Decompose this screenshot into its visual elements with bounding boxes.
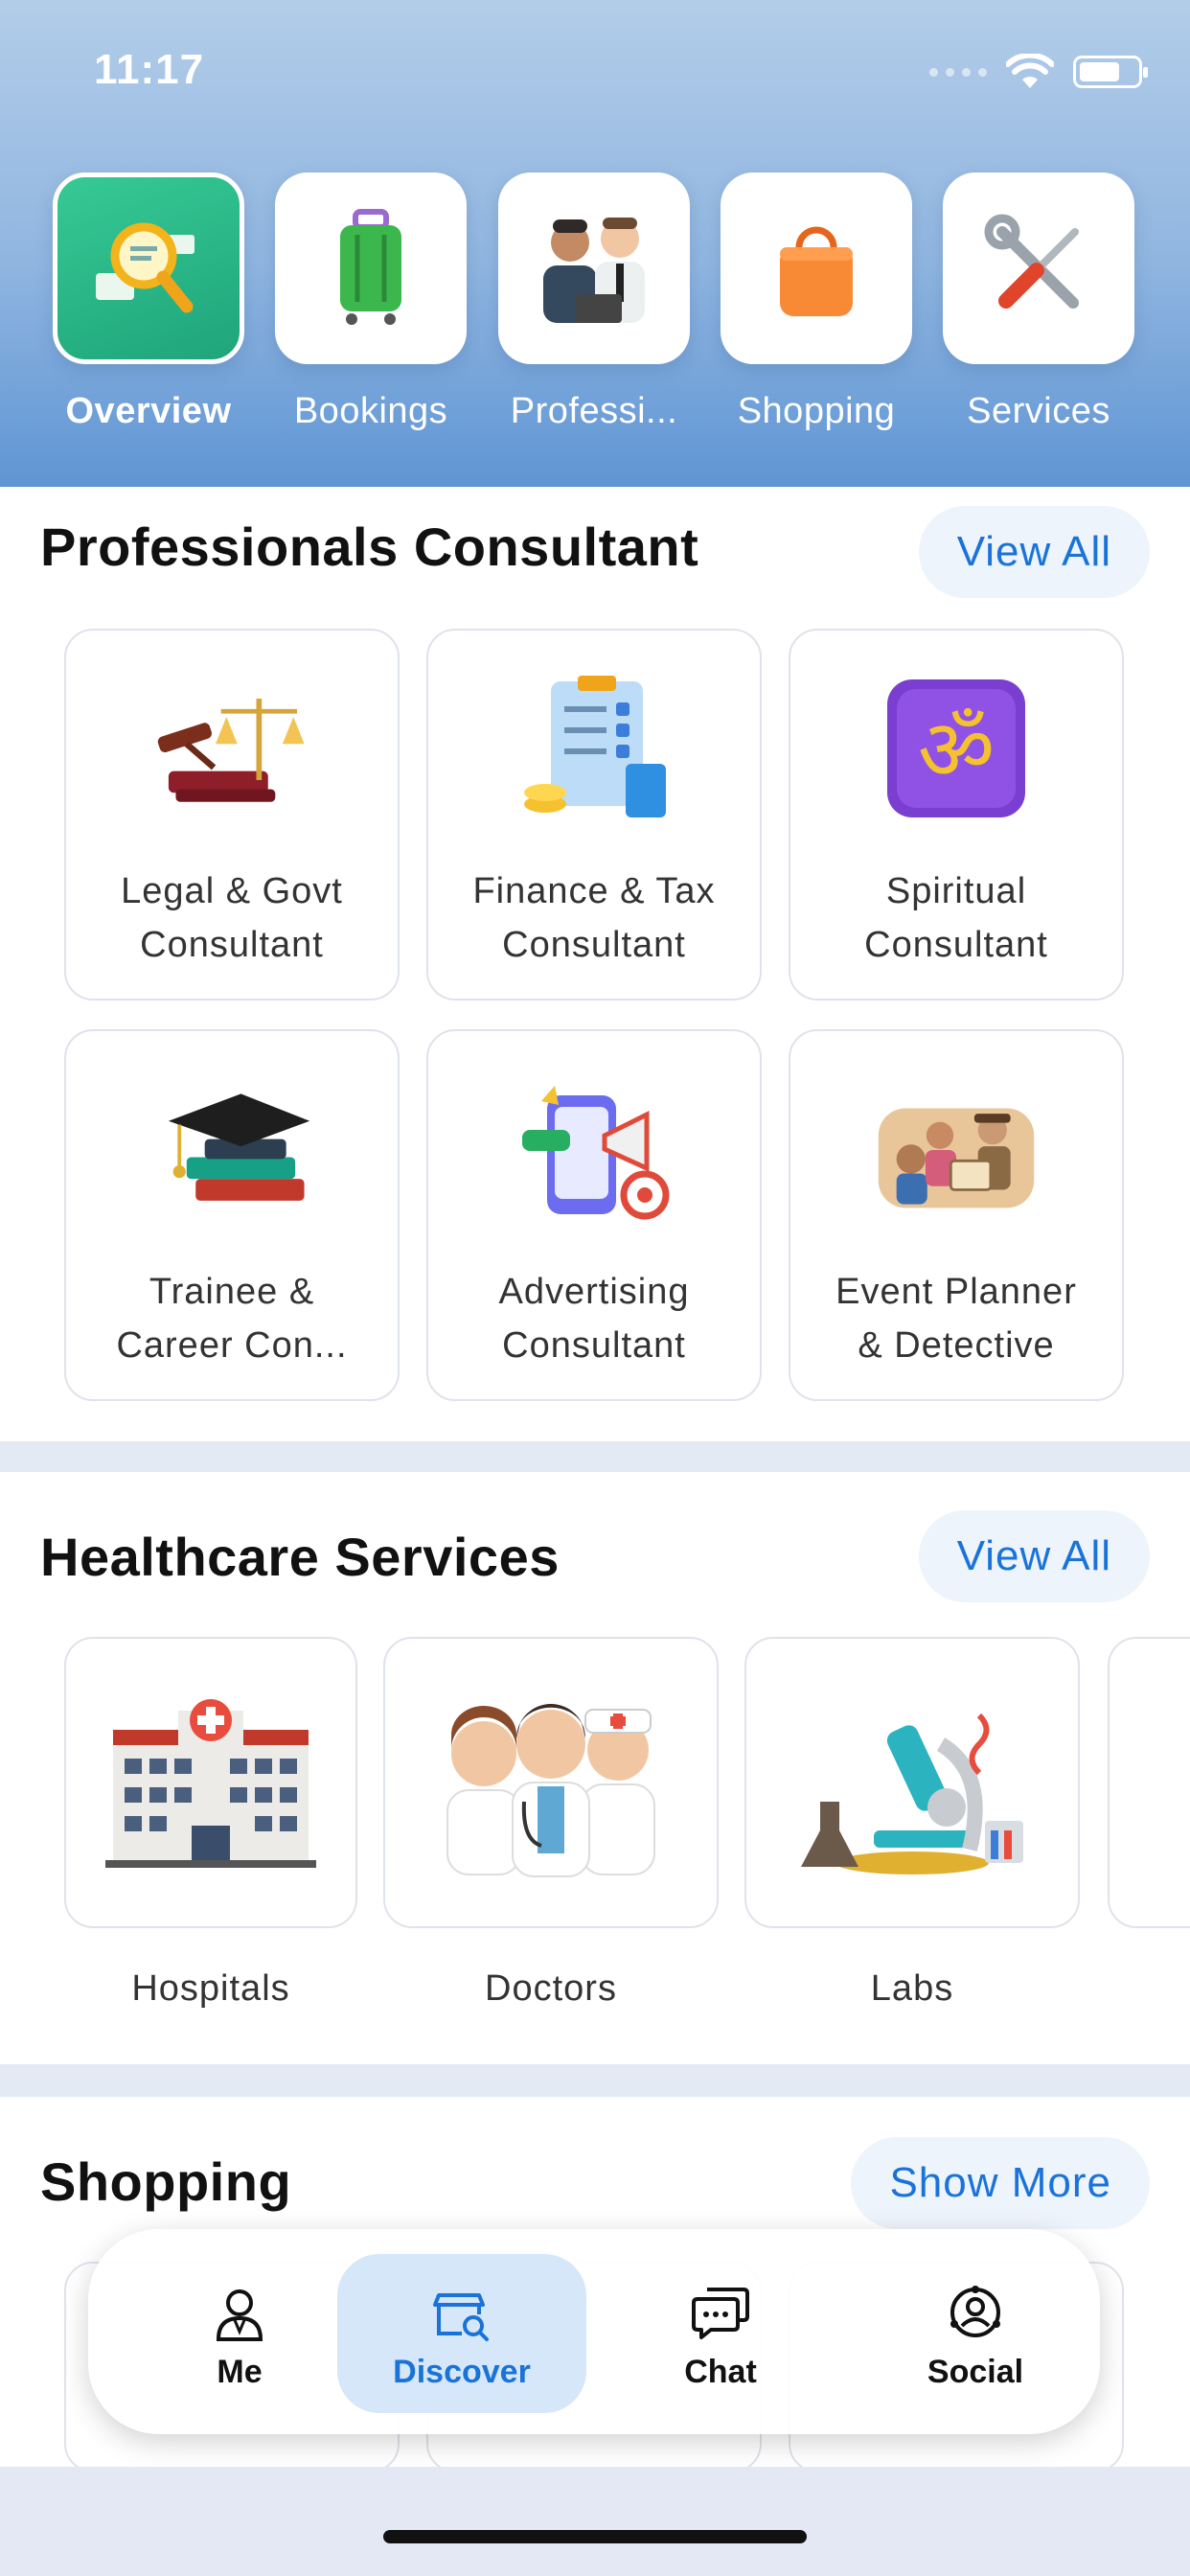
svg-text:ॐ: ॐ [918,701,995,799]
event-detective-icon [875,1068,1038,1230]
card-label-line1: Finance & Tax [472,871,716,911]
nav-me[interactable]: Me [115,2254,364,2413]
person-icon [206,2279,273,2346]
clipboard-coins-icon [513,667,675,830]
tab-bookings[interactable]: Bookings [270,172,471,432]
tab-services[interactable]: Services [938,172,1139,432]
card-label: Labs [870,1968,954,2009]
card-label-line1: Trainee & [149,1272,315,1312]
card-spiritual-consultant[interactable]: ॐ Spiritual Consultant [789,629,1124,1000]
section-divider [0,1441,1190,1472]
social-icon [942,2279,1009,2346]
card-label-line2: & Detective [858,1325,1055,1366]
nav-label: Chat [684,2354,757,2390]
chat-icon [687,2279,754,2346]
section-title: Healthcare Services [40,1527,560,1587]
card-legal-consultant[interactable]: Legal & Govt Consultant [64,629,400,1000]
battery-icon [1073,56,1148,88]
graduation-cap-books-icon [150,1068,313,1230]
discover-icon [428,2279,495,2346]
bottom-nav: Me Discover Chat Social [88,2229,1100,2434]
card-label: Hospitals [131,1968,290,2009]
doctors-icon [446,1704,655,1877]
section-title: Shopping [40,2151,292,2212]
nav-label: Me [217,2354,263,2390]
card-trainee-career[interactable]: Trainee & Career Con... [64,1029,400,1401]
hospital-icon [105,1699,316,1868]
om-icon: ॐ [875,667,1038,830]
show-more-button[interactable]: Show More [851,2137,1150,2229]
card-labs[interactable] [744,1637,1080,1928]
professionals-icon [498,172,690,364]
card-label-line2: Consultant [502,925,686,965]
nav-social[interactable]: Social [851,2254,1100,2413]
card-label-line1: Legal & Govt [121,871,343,911]
healthcare-section: Healthcare Services View All Hospitals D… [0,1472,1190,2064]
card-label-line2: Consultant [864,925,1048,965]
card-doctors[interactable] [383,1637,719,1928]
tab-professionals[interactable]: Professi... [493,172,695,432]
card-hospitals[interactable] [64,1637,357,1928]
view-all-button[interactable]: View All [918,1510,1150,1602]
nav-discover[interactable]: Discover [337,2254,586,2413]
shopping-bag-icon [721,172,912,364]
section-divider [0,2064,1190,2097]
scales-gavel-icon [150,667,313,830]
card-advertising-consultant[interactable]: Advertising Consultant [426,1029,762,1401]
wifi-icon [1006,54,1054,88]
magnifier-icon [53,172,244,364]
view-all-button[interactable]: View All [918,506,1150,598]
card-event-planner[interactable]: Event Planner & Detective [789,1029,1124,1401]
card-finance-consultant[interactable]: Finance & Tax Consultant [426,629,762,1000]
card-label: Doctors [485,1968,617,2009]
microscope-icon [801,1713,1023,1874]
home-bar-area [0,2467,1190,2576]
tab-shopping[interactable]: Shopping [716,172,917,432]
home-indicator[interactable] [383,2530,807,2543]
card-label-line1: Spiritual [885,871,1027,911]
tools-icon [943,172,1134,364]
tab-overview[interactable]: Overview [48,172,249,432]
section-title: Professionals Consultant [40,517,699,577]
professionals-section: Professionals Consultant View All Legal … [0,487,1190,1441]
status-icons [929,54,1148,90]
header: 11:17 Overview Bookings Professi... Shop… [0,0,1190,487]
status-time: 11:17 [94,46,205,93]
category-tabs: Overview Bookings Professi... Shopping S… [0,172,1190,450]
suitcase-icon [275,172,467,364]
card-label-line2: Consultant [502,1325,686,1366]
card-label-line1: Advertising [498,1272,690,1312]
nav-label: Social [927,2354,1024,2390]
card-label-line1: Event Planner [835,1272,1077,1312]
nav-chat[interactable]: Chat [596,2254,845,2413]
nav-label: Discover [393,2354,531,2390]
card-label-line2: Consultant [140,925,324,965]
card-label-line2: Career Con... [116,1325,348,1366]
signal-icon [929,67,987,77]
card-next-peek[interactable] [1108,1637,1190,1928]
megaphone-target-icon [513,1068,675,1230]
